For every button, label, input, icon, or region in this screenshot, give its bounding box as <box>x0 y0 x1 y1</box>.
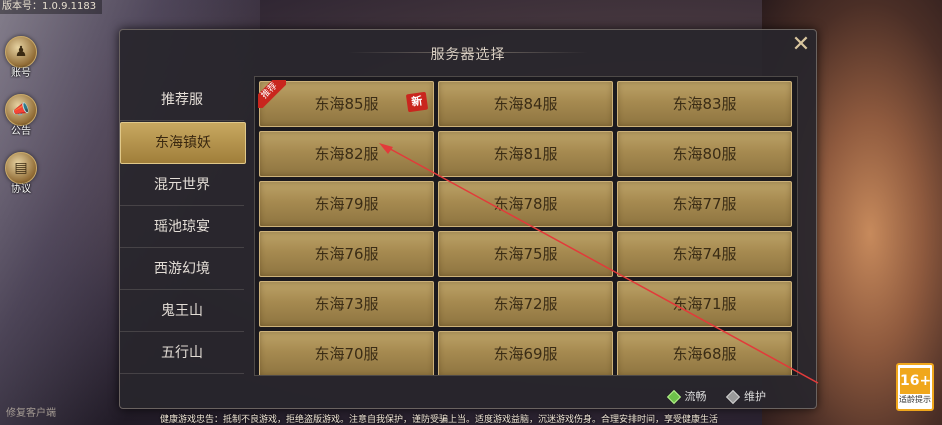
age-rating-badge: 16+ 适龄提示 <box>896 363 934 411</box>
annotation-arrow-line <box>382 144 819 384</box>
age-rating-number: 16+ <box>900 368 931 394</box>
health-notice: 健康游戏忠告：抵制不良游戏，拒绝盗版游戏。注意自我保护，谨防受骗上当。适度游戏益… <box>160 415 719 425</box>
annotation-arrow-head <box>379 143 393 154</box>
annotation-arrow <box>379 143 819 384</box>
age-rating-label: 适龄提示 <box>899 395 931 404</box>
